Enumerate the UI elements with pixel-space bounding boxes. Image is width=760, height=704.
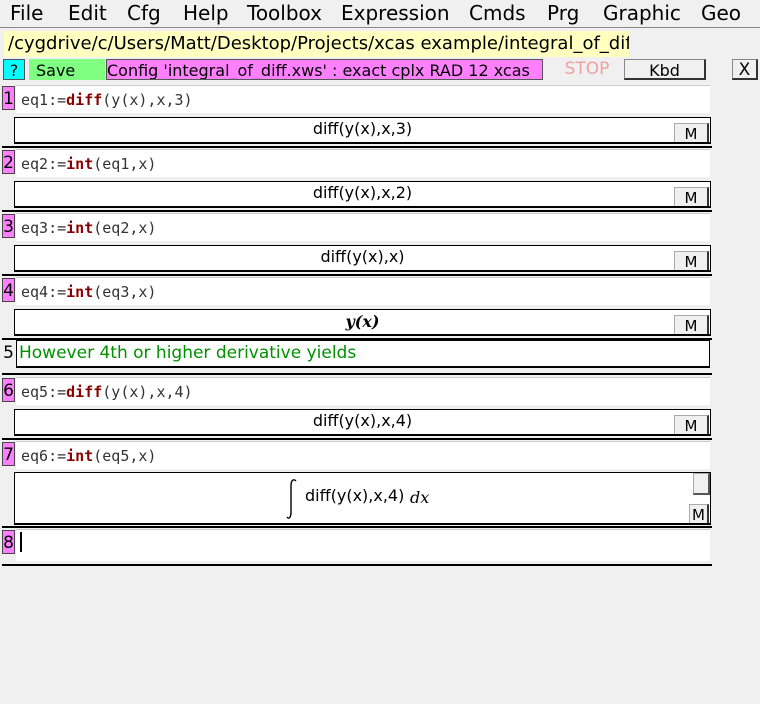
level-number-3[interactable]: 3 <box>2 214 15 238</box>
output-scroll-button[interactable] <box>693 473 710 495</box>
output-7: diff(y(x),x,4) dx M <box>14 472 711 525</box>
text-cursor <box>20 532 25 552</box>
level-number-1[interactable]: 1 <box>2 86 15 110</box>
output-text: diff(y(x),x,4) <box>305 486 405 505</box>
comment-line-5[interactable]: However 4th or higher derivative yields <box>16 340 710 368</box>
command-args: (eq3,x) <box>93 283 157 301</box>
command-line-1[interactable]: eq1:=diff(y(x),x,3) <box>16 85 710 113</box>
help-button[interactable]: ? <box>3 59 25 80</box>
output-3: diff(y(x),x) M <box>14 245 711 272</box>
command-keyword: int <box>66 155 94 173</box>
menu-cmds[interactable]: Cmds <box>469 2 526 24</box>
close-button[interactable]: X <box>732 59 758 80</box>
output-text: diff(y(x),x,4) <box>312 411 413 430</box>
command-line-4[interactable]: eq4:=int(eq3,x) <box>16 277 710 305</box>
menu-bar: File Edit Cfg Help Toolbox Expression Cm… <box>0 0 760 28</box>
file-path-bar: /cygdrive/c/Users/Matt/Desktop/Projects/… <box>4 31 629 57</box>
m-button[interactable]: M <box>674 123 709 143</box>
menu-help[interactable]: Help <box>183 2 229 24</box>
level-separator <box>2 438 712 440</box>
output-text: diff(y(x),x,3) <box>312 119 413 138</box>
save-button[interactable]: Save <box>29 59 105 80</box>
menu-graphic[interactable]: Graphic <box>603 2 681 24</box>
output-text: diff(y(x),x,2) <box>312 183 413 202</box>
command-args: (eq5,x) <box>93 447 157 465</box>
menu-prg[interactable]: Prg <box>547 2 579 24</box>
level-number-7[interactable]: 7 <box>2 442 15 466</box>
command-assign: eq2:= <box>21 155 67 173</box>
command-args: (y(x),x,3) <box>102 91 193 109</box>
m-button[interactable]: M <box>674 187 709 207</box>
level-number-8[interactable]: 8 <box>2 530 15 554</box>
level-separator <box>2 526 712 528</box>
output-text: diff(y(x),x) <box>320 247 405 266</box>
m-button[interactable]: M <box>674 315 709 335</box>
command-keyword: diff <box>66 383 103 401</box>
config-button[interactable]: Config 'integral_of_diff.xws' : exact cp… <box>106 59 543 80</box>
level-separator <box>2 146 712 148</box>
command-assign: eq3:= <box>21 219 67 237</box>
output-2: diff(y(x),x,2) M <box>14 181 711 208</box>
menu-geo[interactable]: Geo <box>701 2 741 24</box>
command-assign: eq6:= <box>21 447 67 465</box>
m-button[interactable]: M <box>674 251 709 271</box>
level-separator <box>2 210 712 212</box>
level-separator <box>2 373 712 375</box>
integral-sign-icon <box>286 479 297 519</box>
keyboard-button[interactable]: Kbd <box>624 59 706 80</box>
menu-cfg[interactable]: Cfg <box>127 2 161 24</box>
command-args: (eq2,x) <box>93 219 157 237</box>
output-6: diff(y(x),x,4) M <box>14 409 711 436</box>
output-dx: dx <box>410 488 430 507</box>
command-assign: eq1:= <box>21 91 67 109</box>
command-line-8[interactable] <box>16 529 710 561</box>
output-1: diff(y(x),x,3) M <box>14 117 711 144</box>
command-line-2[interactable]: eq2:=int(eq1,x) <box>16 149 710 177</box>
menu-edit[interactable]: Edit <box>68 2 107 24</box>
output-text: y(x) <box>345 312 380 331</box>
level-number-6[interactable]: 6 <box>2 378 15 402</box>
command-line-6[interactable]: eq5:=diff(y(x),x,4) <box>16 377 710 405</box>
output-4: y(x) M <box>14 309 711 336</box>
command-args: (eq1,x) <box>93 155 157 173</box>
m-button[interactable]: M <box>689 504 709 524</box>
level-separator <box>2 274 712 276</box>
command-assign: eq4:= <box>21 283 67 301</box>
command-assign: eq5:= <box>21 383 67 401</box>
command-keyword: int <box>66 283 94 301</box>
command-keyword: int <box>66 447 94 465</box>
command-keyword: diff <box>66 91 103 109</box>
level-separator <box>2 564 712 566</box>
level-number-4[interactable]: 4 <box>2 278 15 302</box>
menu-toolbox[interactable]: Toolbox <box>247 2 322 24</box>
command-args: (y(x),x,4) <box>102 383 193 401</box>
command-line-3[interactable]: eq3:=int(eq2,x) <box>16 213 710 241</box>
menu-expression[interactable]: Expression <box>341 2 450 24</box>
level-number-5[interactable]: 5 <box>2 341 15 365</box>
menu-file[interactable]: File <box>10 2 43 24</box>
stop-button[interactable]: STOP <box>552 59 622 80</box>
level-number-2[interactable]: 2 <box>2 150 15 174</box>
comment-text: However 4th or higher derivative yields <box>19 343 357 363</box>
m-button[interactable]: M <box>674 415 709 435</box>
command-keyword: int <box>66 219 94 237</box>
command-line-7[interactable]: eq6:=int(eq5,x) <box>16 441 710 469</box>
